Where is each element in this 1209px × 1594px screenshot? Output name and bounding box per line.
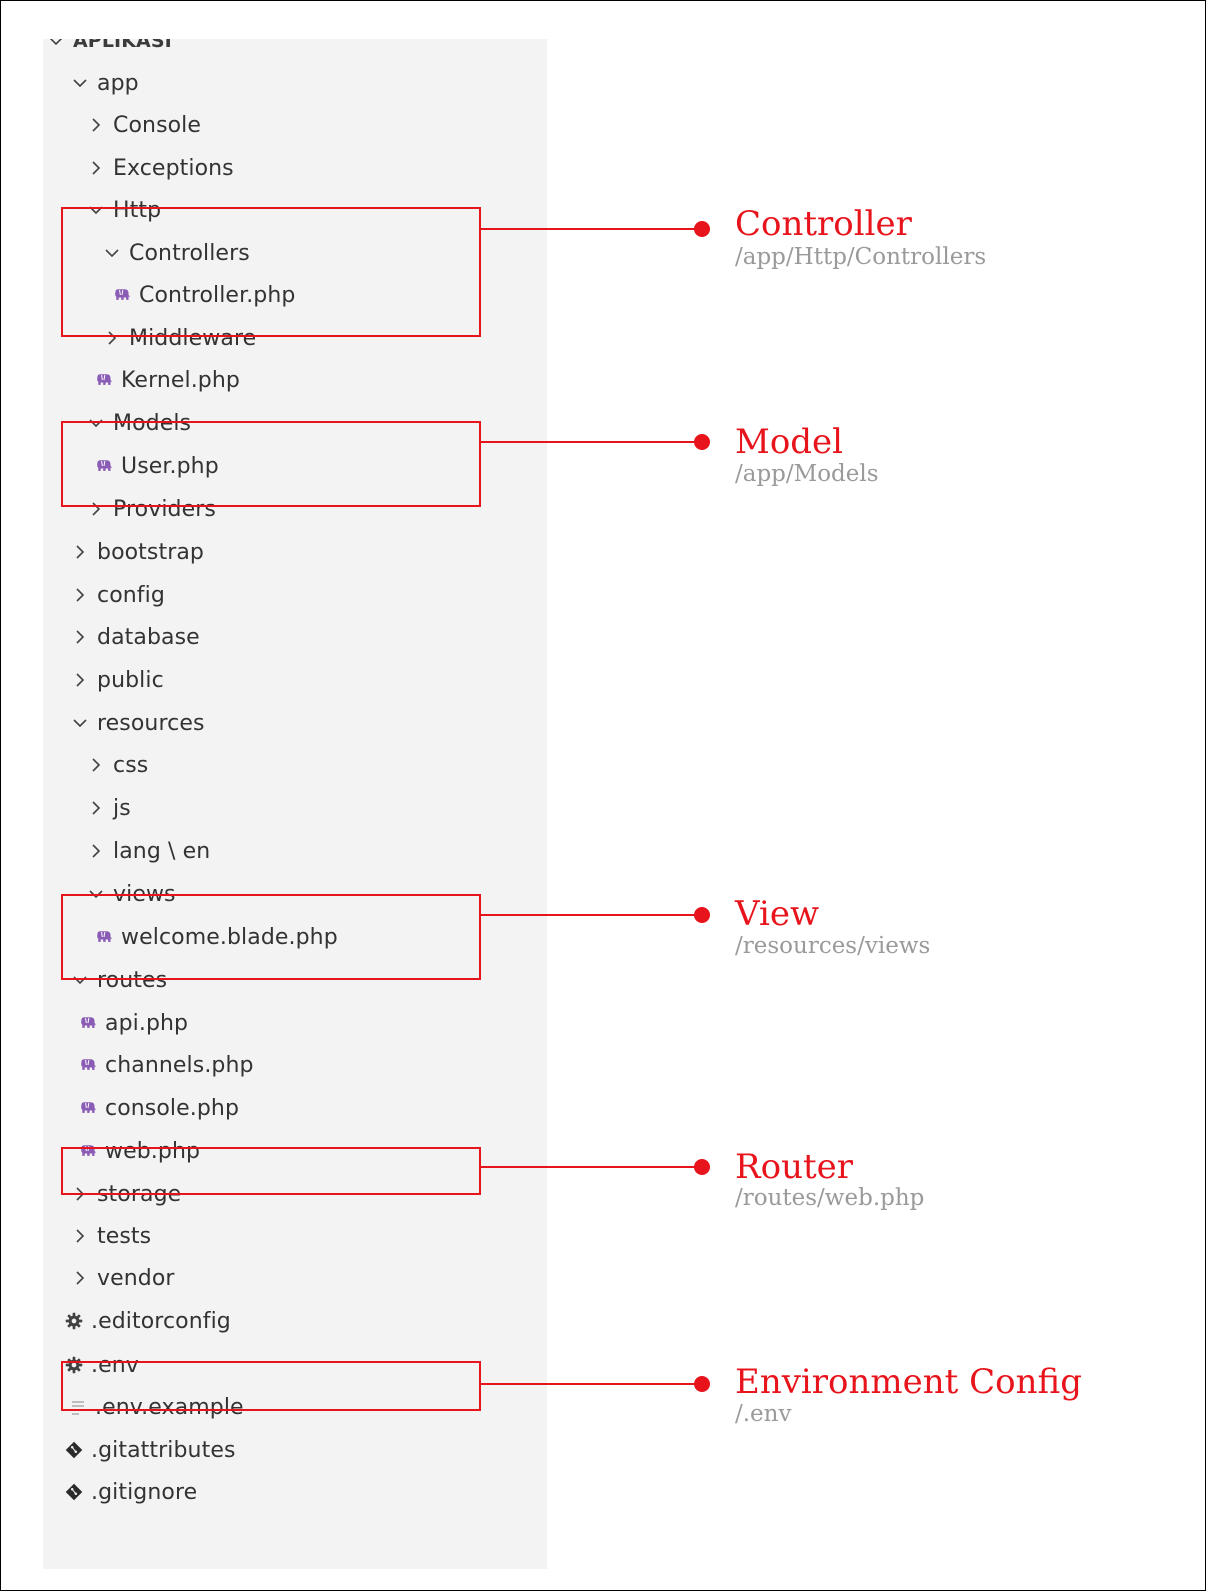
tree-item-editorconfig[interactable]: .editorconfig bbox=[65, 1301, 231, 1341]
tree-item-label: channels.php bbox=[105, 1052, 254, 1078]
tree-item-console[interactable]: Console bbox=[87, 105, 201, 145]
annotation-title-model: Model bbox=[735, 422, 844, 462]
git-icon bbox=[65, 1438, 83, 1462]
tree-item-label: app bbox=[97, 70, 139, 96]
annotation-title-controller: Controller bbox=[735, 204, 912, 244]
tree-item-channels-php[interactable]: channels.php bbox=[79, 1045, 254, 1085]
connector-dot-router bbox=[694, 1159, 710, 1175]
annotation-path-model: /app/Models bbox=[735, 461, 879, 487]
tree-item-label: css bbox=[113, 752, 149, 778]
tree-item-label: Kernel.php bbox=[121, 367, 240, 393]
chevron-right-icon[interactable] bbox=[87, 839, 105, 863]
tree-item-label: Console bbox=[113, 112, 202, 138]
annotation-title-router: Router bbox=[735, 1147, 854, 1187]
tree-item-gitattributes[interactable]: .gitattributes bbox=[65, 1430, 236, 1470]
tree-item-api-php[interactable]: api.php bbox=[79, 1003, 188, 1043]
highlight-box-environment-config bbox=[61, 1361, 481, 1411]
tree-item-lang-en[interactable]: lang \ en bbox=[87, 831, 210, 871]
tree-item-label: console.php bbox=[105, 1095, 240, 1121]
chevron-right-icon[interactable] bbox=[71, 1224, 89, 1248]
gear-icon bbox=[65, 1309, 83, 1333]
tree-item-label: APLIKASI bbox=[73, 39, 172, 52]
chevron-down-icon[interactable] bbox=[71, 71, 89, 95]
chevron-down-icon[interactable] bbox=[47, 39, 65, 53]
tree-item-label: resources bbox=[97, 710, 205, 736]
connector-dot-view bbox=[694, 907, 710, 923]
php-elephant-icon bbox=[79, 1096, 97, 1120]
tree-item-css[interactable]: css bbox=[87, 745, 148, 785]
chevron-right-icon[interactable] bbox=[71, 668, 89, 692]
tree-item-label: lang \ en bbox=[113, 838, 211, 864]
connector-dot-environment-config bbox=[694, 1376, 710, 1392]
tree-item-resources[interactable]: resources bbox=[71, 703, 205, 743]
tree-item-config[interactable]: config bbox=[71, 575, 165, 615]
tree-item-label: tests bbox=[97, 1223, 152, 1249]
chevron-right-icon[interactable] bbox=[87, 753, 105, 777]
tree-item-kernel-php[interactable]: Kernel.php bbox=[95, 360, 240, 400]
tree-item-console-php[interactable]: console.php bbox=[79, 1088, 239, 1128]
chevron-right-icon[interactable] bbox=[71, 625, 89, 649]
tree-item-label: database bbox=[97, 624, 200, 650]
annotation-title-view: View bbox=[735, 894, 820, 934]
chevron-right-icon[interactable] bbox=[71, 583, 89, 607]
tree-item-vendor[interactable]: vendor bbox=[71, 1258, 175, 1298]
tree-item-exceptions[interactable]: Exceptions bbox=[87, 148, 234, 188]
chevron-right-icon[interactable] bbox=[87, 156, 105, 180]
tree-item-label: public bbox=[97, 667, 164, 693]
tree-item-label: Exceptions bbox=[113, 155, 234, 181]
screenshot-frame: APLIKASI app Console Exceptions Http Controll… bbox=[0, 0, 1206, 1591]
tree-item-label: .gitignore bbox=[91, 1479, 198, 1505]
annotation-path-controller: /app/Http/Controllers bbox=[735, 244, 987, 270]
highlight-box-model bbox=[61, 421, 481, 507]
chevron-right-icon[interactable] bbox=[71, 540, 89, 564]
tree-item-public[interactable]: public bbox=[71, 660, 164, 700]
php-elephant-icon bbox=[95, 368, 113, 392]
annotation-title-environment-config: Environment Config bbox=[735, 1362, 1082, 1402]
chevron-right-icon[interactable] bbox=[87, 113, 105, 137]
tree-item-database[interactable]: database bbox=[71, 617, 200, 657]
chevron-right-icon[interactable] bbox=[71, 1266, 89, 1290]
tree-item-label: .editorconfig bbox=[91, 1308, 231, 1334]
connector-line-model bbox=[481, 441, 701, 443]
tree-item-app[interactable]: app bbox=[71, 63, 139, 103]
tree-item-tests[interactable]: tests bbox=[71, 1216, 151, 1256]
connector-dot-controller bbox=[694, 221, 710, 237]
tree-item-gitignore[interactable]: .gitignore bbox=[65, 1472, 197, 1512]
annotation-path-view: /resources/views bbox=[735, 933, 931, 959]
git-icon bbox=[65, 1480, 83, 1504]
tree-item-bootstrap[interactable]: bootstrap bbox=[71, 532, 204, 572]
connector-dot-model bbox=[694, 434, 710, 450]
highlight-box-controller bbox=[61, 207, 481, 337]
php-elephant-icon bbox=[79, 1011, 97, 1035]
connector-line-router bbox=[481, 1166, 701, 1168]
connector-line-view bbox=[481, 914, 701, 916]
chevron-right-icon[interactable] bbox=[87, 796, 105, 820]
tree-item-label: api.php bbox=[105, 1010, 189, 1036]
tree-item-label: js bbox=[113, 795, 131, 821]
explorer-section-header[interactable]: APLIKASI bbox=[47, 39, 172, 61]
highlight-box-view bbox=[61, 894, 481, 980]
tree-item-label: vendor bbox=[97, 1265, 175, 1291]
connector-line-controller bbox=[481, 228, 701, 230]
connector-line-environment-config bbox=[481, 1383, 701, 1385]
chevron-down-icon[interactable] bbox=[71, 711, 89, 735]
annotation-path-router: /routes/web.php bbox=[735, 1185, 925, 1211]
tree-item-label: bootstrap bbox=[97, 539, 204, 565]
php-elephant-icon bbox=[79, 1053, 97, 1077]
tree-item-js[interactable]: js bbox=[87, 788, 131, 828]
annotation-path-environment-config: /.env bbox=[735, 1401, 792, 1427]
tree-item-label: config bbox=[97, 582, 165, 608]
highlight-box-router bbox=[61, 1147, 481, 1195]
tree-item-label: .gitattributes bbox=[91, 1437, 236, 1463]
